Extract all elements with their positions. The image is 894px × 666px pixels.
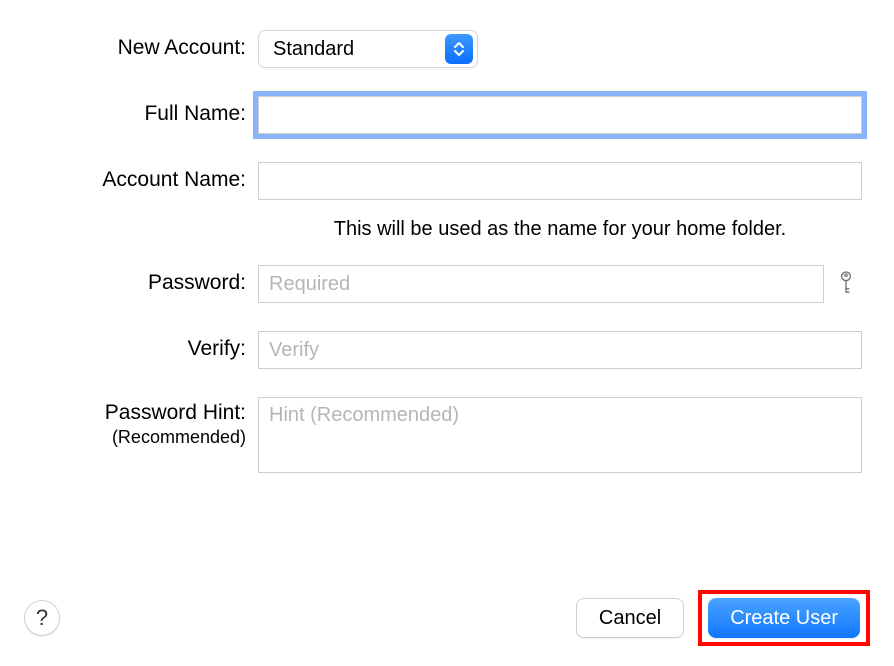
password-hint-label: Password Hint:: [105, 401, 246, 424]
password-hint-input[interactable]: [258, 397, 862, 473]
new-account-dropdown[interactable]: Standard: [258, 30, 478, 68]
key-icon[interactable]: [836, 269, 862, 299]
password-label: Password:: [0, 265, 258, 295]
password-input[interactable]: [258, 265, 824, 303]
create-user-highlight: Create User: [698, 590, 870, 646]
account-name-label: Account Name:: [0, 162, 258, 192]
new-account-label: New Account:: [0, 30, 258, 60]
account-name-helper: This will be used as the name for your h…: [258, 218, 862, 241]
password-hint-sublabel: (Recommended): [0, 427, 246, 448]
create-user-button[interactable]: Create User: [708, 598, 860, 638]
verify-label: Verify:: [0, 331, 258, 361]
new-account-selected: Standard: [273, 38, 354, 61]
cancel-button[interactable]: Cancel: [576, 598, 684, 638]
account-name-input[interactable]: [258, 162, 862, 200]
full-name-input[interactable]: [258, 96, 862, 134]
verify-input[interactable]: [258, 331, 862, 369]
full-name-label: Full Name:: [0, 96, 258, 126]
chevron-up-down-icon: [445, 34, 473, 64]
help-button[interactable]: ?: [24, 600, 60, 636]
